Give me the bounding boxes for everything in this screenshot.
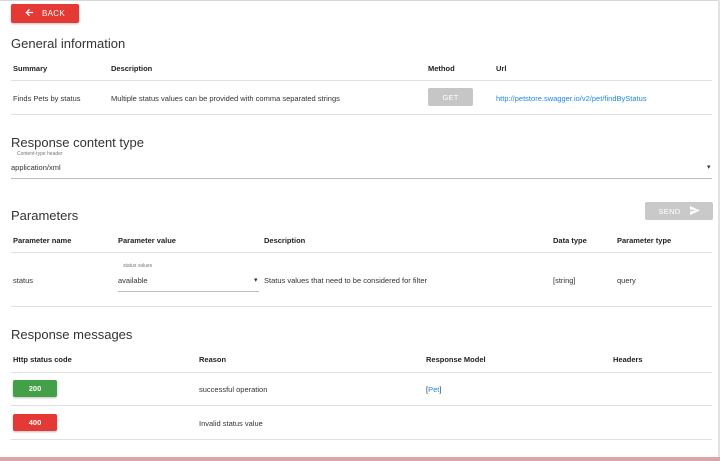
parameter-description-value: Status values that need to be considered… [264,276,428,285]
parameter-name-value: status [13,276,34,285]
chevron-down-icon[interactable]: ▾ [707,163,711,171]
column-header-summary: Summary [13,64,48,73]
response-messages-title: Response messages [11,327,133,342]
column-header-parameter-type: Parameter type [617,236,672,245]
table-divider [11,80,712,81]
data-type-value: [string] [553,276,576,285]
status-badge-400: 400 [13,414,57,431]
content-type-select-value[interactable]: application/xml [11,163,61,172]
model-bracket-close: ] [439,385,442,394]
parameters-title: Parameters [11,208,79,223]
column-header-http-status-code: Http status code [13,355,72,364]
back-button-label: BACK [42,9,65,18]
summary-value: Finds Pets by status [13,94,81,103]
window-top-border [0,0,720,1]
general-information-title: General information [11,36,126,51]
column-header-parameter-name: Parameter name [13,236,72,245]
table-divider [11,439,712,440]
send-button[interactable]: SEND [645,202,713,220]
table-divider [11,405,712,406]
endpoint-url-link[interactable]: http://petstore.swagger.io/v2/pet/findBy… [496,94,647,103]
response-content-type-title: Response content type [11,135,144,150]
send-icon [689,205,700,217]
column-header-headers: Headers [613,355,643,364]
response-model-200: [Pet] [426,385,441,394]
response-model-link[interactable]: Pet [428,385,439,394]
content-type-field-label: Content-type header [17,151,63,157]
table-divider [11,252,712,253]
table-divider [11,114,712,115]
parameter-type-value: query [617,276,636,285]
description-value: Multiple status values can be provided w… [111,94,340,103]
response-reason-400: Invalid status value [199,419,263,428]
status-badge-200: 200 [13,380,57,397]
column-header-description: Description [111,64,153,73]
status-values-select-value[interactable]: available [118,276,148,285]
table-divider [11,306,712,307]
column-header-description: Description [264,236,306,245]
column-header-data-type: Data type [553,236,587,245]
back-button[interactable]: BACK [11,4,79,23]
content-type-select-underline [11,178,712,179]
table-divider [11,372,712,373]
column-header-method: Method [428,64,455,73]
column-header-reason: Reason [199,355,227,364]
column-header-parameter-value: Parameter value [118,236,176,245]
status-values-select-underline [118,291,259,292]
send-button-label: SEND [658,206,681,216]
column-header-response-model: Response Model [426,355,486,364]
get-method-button[interactable]: GET [428,88,473,106]
column-header-url: Url [496,64,507,73]
status-values-field-label: status values [123,263,153,269]
chevron-down-icon[interactable]: ▾ [254,276,258,284]
arrow-left-icon [25,8,34,19]
response-reason-200: successful operation [199,385,268,394]
window-bottom-border [0,457,720,461]
